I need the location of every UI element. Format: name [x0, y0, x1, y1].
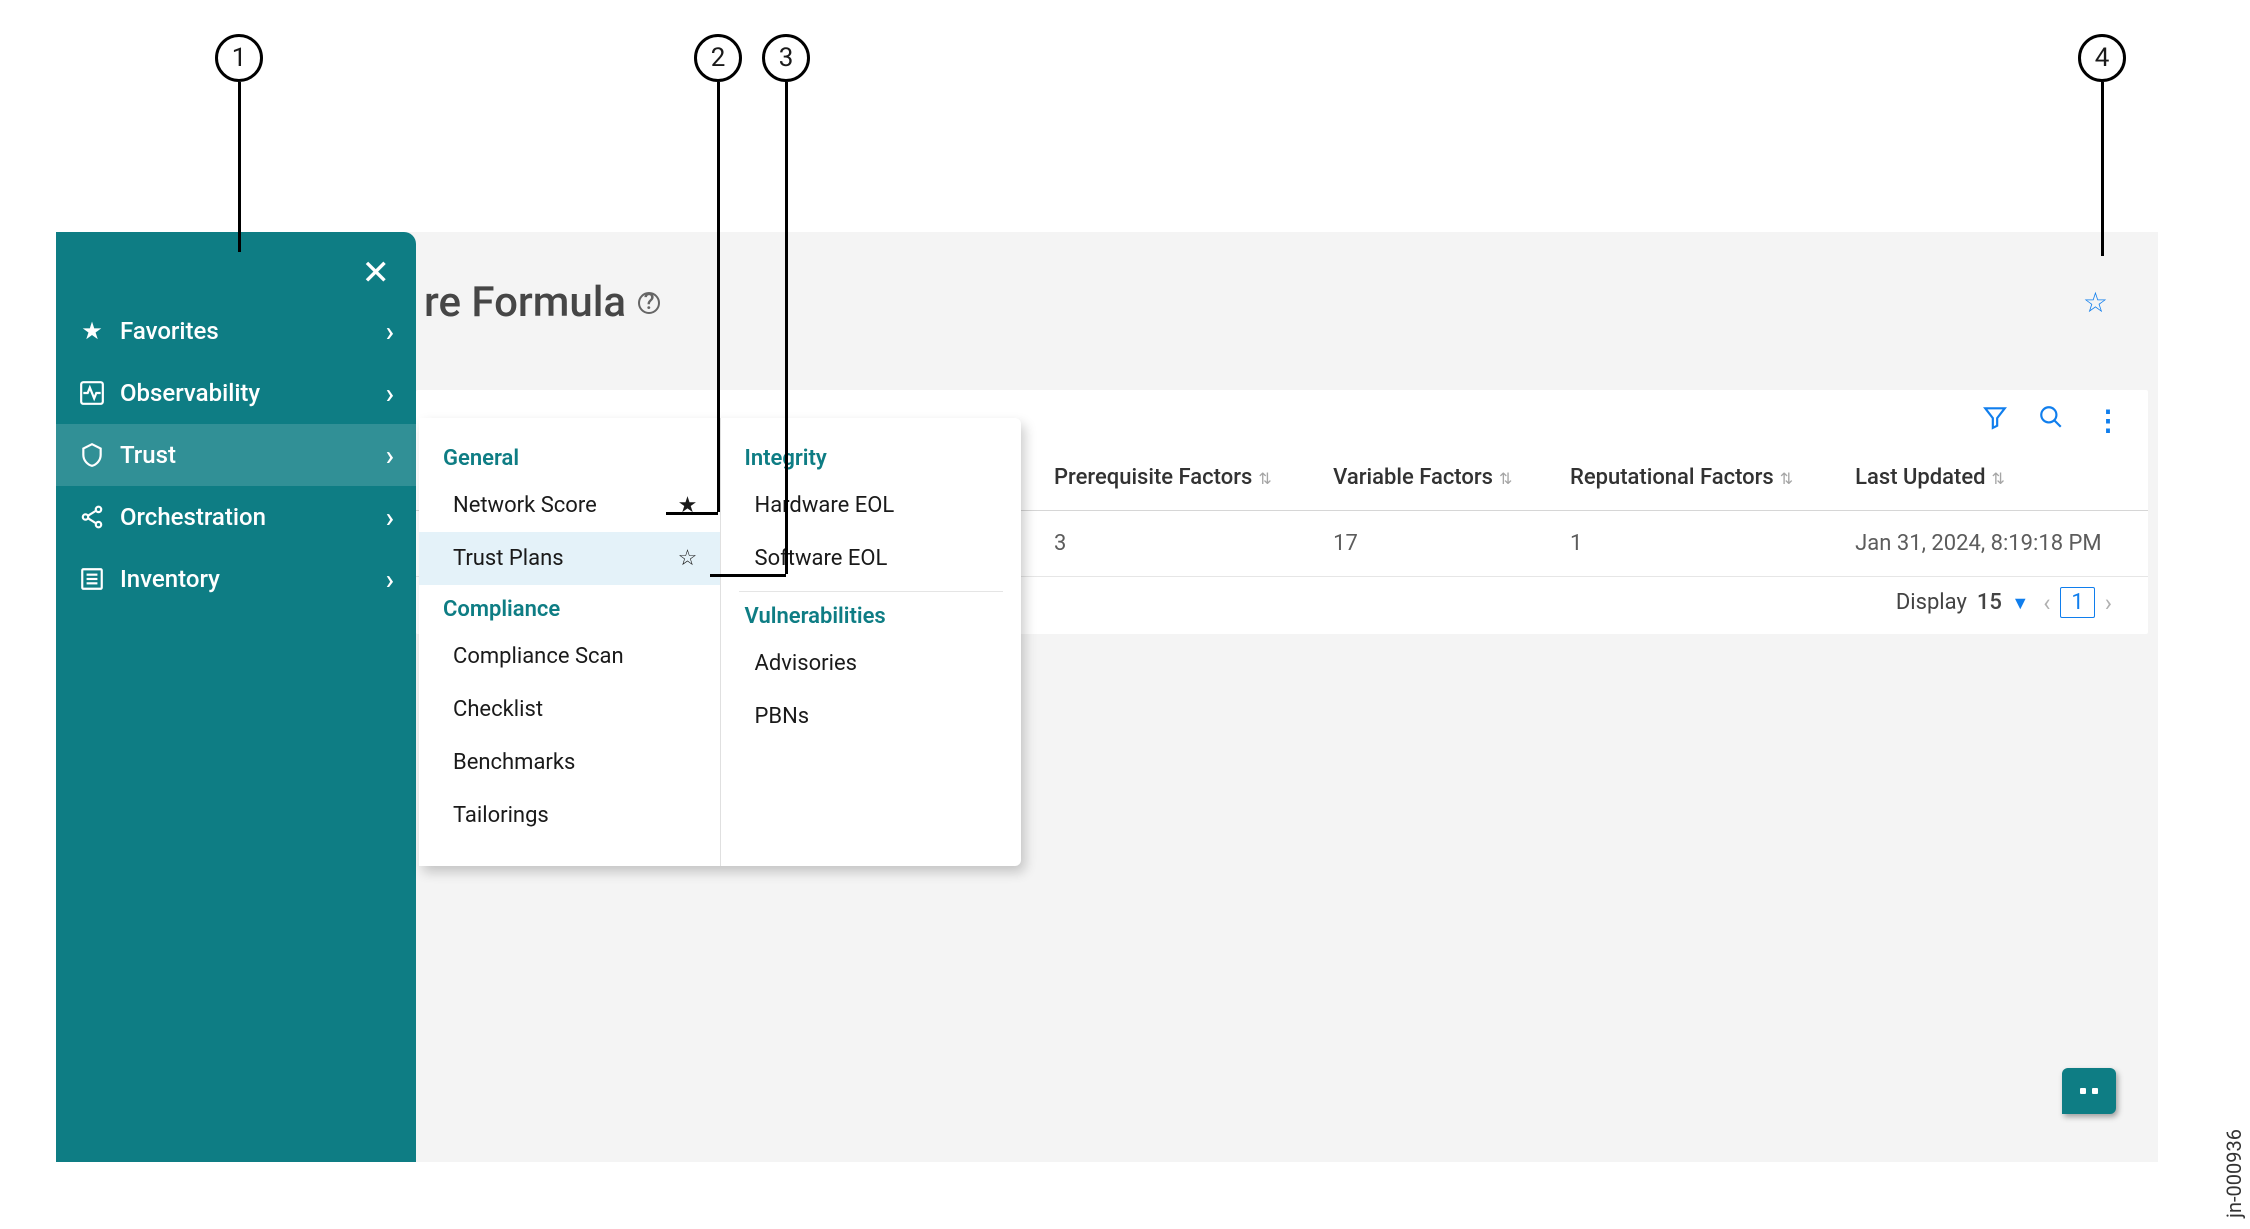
submenu-item-label: Benchmarks	[453, 750, 575, 775]
pager-pagesize-select[interactable]: 15 ▼	[1977, 590, 2029, 615]
shield-icon	[72, 442, 112, 468]
submenu-group-compliance: Compliance	[419, 585, 720, 630]
submenu-item-trust-plans[interactable]: Trust Plans	[419, 532, 720, 585]
chevron-right-icon: ›	[386, 501, 394, 534]
submenu-item-checklist[interactable]: Checklist	[419, 683, 720, 736]
sidebar-item-trust[interactable]: Trust ›	[56, 424, 416, 486]
chevron-right-icon: ›	[386, 315, 394, 348]
pager-next-icon[interactable]: ›	[2105, 589, 2112, 617]
submenu-group-vulnerabilities: Vulnerabilities	[721, 592, 1022, 637]
sidebar-item-favorites[interactable]: Favorites ›	[56, 300, 416, 362]
submenu-item-compliance-scan[interactable]: Compliance Scan	[419, 630, 720, 683]
chevron-down-icon: ▼	[2011, 593, 2029, 614]
sidebar-label: Observability	[120, 379, 260, 407]
col-header-text: Last Updated	[1855, 465, 1985, 490]
submenu-item-label: Compliance Scan	[453, 644, 624, 669]
submenu-item-tailorings[interactable]: Tailorings	[419, 789, 720, 842]
callout-4: 4	[2078, 34, 2126, 256]
sidebar-item-observability[interactable]: Observability ›	[56, 362, 416, 424]
col-header-text: Prerequisite Factors	[1054, 465, 1252, 490]
submenu-item-pbns[interactable]: PBNs	[721, 690, 1022, 743]
chevron-right-icon: ›	[386, 563, 394, 596]
submenu-col-1: General Network Score Trust Plans Compli…	[419, 418, 720, 866]
star-outline-icon[interactable]	[676, 546, 700, 571]
chevron-right-icon: ›	[386, 377, 394, 410]
chevron-right-icon: ›	[386, 439, 394, 472]
col-header-text: Variable Factors	[1333, 465, 1493, 490]
page-title: re Formula ?	[424, 278, 660, 327]
callout-2: 2	[694, 34, 742, 512]
callout-4-num: 4	[2078, 34, 2126, 82]
submenu-item-label: PBNs	[755, 704, 810, 729]
filter-icon[interactable]	[1982, 404, 2008, 437]
search-icon[interactable]	[2038, 404, 2064, 437]
cell-last-updated: Jan 31, 2024, 8:19:18 PM	[1837, 511, 2148, 577]
submenu-item-label: Tailorings	[453, 803, 549, 828]
col-header-last-updated[interactable]: Last Updated ⇅	[1837, 445, 2148, 511]
submenu-item-advisories[interactable]: Advisories	[721, 637, 1022, 690]
sort-icon: ⇅	[1780, 469, 1793, 488]
submenu-item-benchmarks[interactable]: Benchmarks	[419, 736, 720, 789]
col-header-text: Reputational Factors	[1570, 465, 1774, 490]
submenu-item-label: Trust Plans	[453, 546, 564, 571]
submenu-item-label: Network Score	[453, 493, 597, 518]
submenu-item-label: Advisories	[755, 651, 858, 676]
sidebar-label: Orchestration	[120, 503, 266, 531]
cell-prerequisite: 3	[1036, 511, 1315, 577]
chatbot-eyes-icon	[2080, 1088, 2098, 1094]
share-icon	[72, 504, 112, 530]
page-title-text: re Formula	[424, 278, 626, 327]
col-header-prerequisite[interactable]: Prerequisite Factors ⇅	[1036, 445, 1315, 511]
col-header-reputational[interactable]: Reputational Factors ⇅	[1552, 445, 1837, 511]
app-frame: ✕ Favorites › Observability › Tru	[56, 232, 2158, 1162]
sidebar-label: Inventory	[120, 565, 220, 593]
sort-icon: ⇅	[1258, 469, 1271, 488]
sidebar-item-inventory[interactable]: Inventory ›	[56, 548, 416, 610]
callout-1: 1	[215, 34, 263, 252]
callout-3: 3	[762, 34, 810, 574]
sidebar-label: Favorites	[120, 317, 219, 345]
sort-icon: ⇅	[1992, 469, 2005, 488]
pager-prev-icon[interactable]: ‹	[2043, 589, 2050, 617]
chatbot-widget[interactable]	[2062, 1068, 2116, 1114]
help-icon[interactable]: ?	[638, 292, 660, 314]
callout-3-num: 3	[762, 34, 810, 82]
sidebar-item-orchestration[interactable]: Orchestration ›	[56, 486, 416, 548]
pager-display-label: Display	[1896, 590, 1967, 615]
submenu-item-network-score[interactable]: Network Score	[419, 479, 720, 532]
image-id-label: jn-000936	[2222, 1129, 2246, 1218]
sidebar: ✕ Favorites › Observability › Tru	[56, 232, 416, 1162]
callout-2-num: 2	[694, 34, 742, 82]
favorite-page-star-icon[interactable]	[2083, 286, 2108, 319]
list-icon	[72, 566, 112, 592]
submenu-item-label: Checklist	[453, 697, 543, 722]
callout-1-num: 1	[215, 34, 263, 82]
page-title-bar: re Formula ?	[416, 232, 2158, 367]
pager-current-page[interactable]: 1	[2060, 587, 2094, 618]
more-icon[interactable]: ⋮	[2094, 404, 2122, 437]
heartbeat-icon	[72, 380, 112, 406]
star-icon	[72, 317, 112, 345]
cell-variable: 17	[1315, 511, 1552, 577]
submenu-group-general: General	[419, 434, 720, 479]
sort-icon: ⇅	[1499, 469, 1512, 488]
sidebar-label: Trust	[120, 441, 176, 469]
pager-pagesize-value: 15	[1977, 590, 2002, 615]
cell-reputational: 1	[1552, 511, 1837, 577]
col-header-variable[interactable]: Variable Factors ⇅	[1315, 445, 1552, 511]
close-icon[interactable]: ✕	[362, 256, 391, 290]
